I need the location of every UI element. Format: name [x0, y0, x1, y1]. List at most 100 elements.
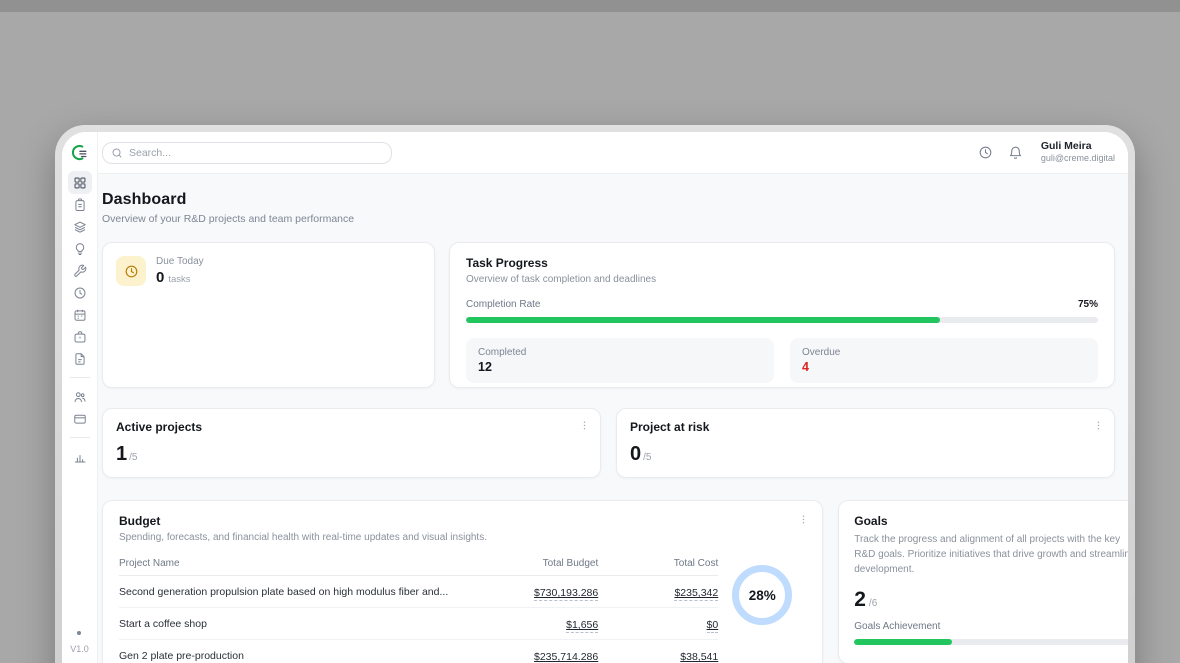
project-at-risk-title: Project at risk — [630, 420, 1101, 434]
completed-label: Completed — [478, 347, 762, 358]
projects-row: Active projects 1 /5 Project at risk — [102, 408, 1115, 478]
project-at-risk-value: 0 — [630, 443, 641, 466]
due-today-unit: tasks — [168, 274, 190, 285]
active-projects-title: Active projects — [116, 420, 587, 434]
project-name: Gen 2 plate pre-production — [119, 650, 458, 662]
sidebar-item-billing[interactable] — [68, 407, 92, 430]
due-today-card: Due Today 0 tasks — [102, 242, 435, 388]
main-area: Guli Meira guli@creme.digital Dashboard … — [98, 132, 1128, 663]
active-projects-total: /5 — [129, 452, 137, 463]
task-progress-title: Task Progress — [466, 256, 1098, 270]
kebab-menu-icon[interactable] — [1091, 418, 1105, 432]
project-name: Start a coffee shop — [119, 618, 458, 630]
due-clock-icon — [116, 256, 146, 286]
task-progress-card: Task Progress Overview of task completio… — [449, 242, 1115, 388]
overdue-value: 4 — [802, 360, 1086, 374]
sidebar-item-tools[interactable] — [68, 259, 92, 282]
total-budget-value[interactable]: $1,656 — [566, 619, 598, 633]
total-cost-value[interactable]: $0 — [707, 619, 719, 633]
total-budget-value[interactable]: $730,193.286 — [534, 587, 598, 601]
search-input[interactable] — [129, 147, 383, 159]
project-at-risk-card: Project at risk 0 /5 — [616, 408, 1115, 478]
completion-progress-fill — [466, 317, 940, 323]
search-icon — [111, 147, 123, 159]
notifications-bell-icon[interactable] — [1007, 144, 1025, 162]
budget-title: Budget — [119, 514, 806, 528]
goals-progress-bar — [854, 639, 1128, 645]
budget-table: Project Name Total Budget Total Cost Sec… — [119, 553, 718, 663]
status-dot — [77, 631, 81, 635]
goals-value: 2 — [854, 588, 866, 612]
overdue-stat-box: Overdue 4 — [790, 338, 1098, 383]
overdue-label: Overdue — [802, 347, 1086, 358]
column-total-cost: Total Cost — [598, 558, 718, 569]
topbar: Guli Meira guli@creme.digital — [98, 132, 1128, 174]
budget-usage-ring: 28% — [732, 565, 792, 625]
sidebar-item-dashboard[interactable] — [68, 171, 92, 194]
active-projects-card: Active projects 1 /5 — [102, 408, 601, 478]
project-at-risk-total: /5 — [643, 452, 651, 463]
goals-achievement-label: Goals Achievement — [854, 621, 940, 632]
sidebar-item-analytics[interactable] — [68, 445, 92, 468]
completion-rate-value: 75% — [1078, 299, 1098, 310]
sidebar-footer: V1.0 — [70, 631, 89, 663]
finance-row: Budget Spending, forecasts, and financia… — [102, 500, 1115, 663]
app-window-frame: V1.0 — [55, 125, 1135, 663]
search-box[interactable] — [102, 142, 392, 164]
page-subtitle: Overview of your R&D projects and team p… — [102, 213, 1115, 225]
kebab-menu-icon[interactable] — [796, 512, 810, 526]
page-header: Dashboard Overview of your R&D projects … — [102, 191, 1115, 225]
page-content: Dashboard Overview of your R&D projects … — [98, 174, 1128, 663]
app-logo-icon — [69, 141, 91, 163]
goals-progress-fill — [854, 639, 952, 645]
sidebar-item-calendar[interactable] — [68, 303, 92, 326]
budget-table-row: Gen 2 plate pre-production $235,714.286 … — [119, 640, 718, 663]
budget-table-row: Start a coffee shop $1,656 $0 — [119, 608, 718, 640]
goals-title: Goals — [854, 514, 1128, 528]
budget-table-header: Project Name Total Budget Total Cost — [119, 553, 718, 576]
history-clock-icon[interactable] — [977, 144, 995, 162]
column-project-name: Project Name — [119, 558, 458, 569]
budget-card: Budget Spending, forecasts, and financia… — [102, 500, 823, 663]
page-title: Dashboard — [102, 191, 1115, 209]
due-today-label: Due Today — [156, 256, 204, 267]
completed-stat-box: Completed 12 — [466, 338, 774, 383]
sidebar-item-time[interactable] — [68, 281, 92, 304]
user-email: guli@creme.digital — [1041, 153, 1115, 164]
topbar-right: Guli Meira guli@creme.digital — [977, 140, 1115, 164]
budget-usage-value: 28% — [749, 588, 776, 603]
desktop-top-strip — [0, 0, 1180, 12]
app-version: V1.0 — [70, 644, 89, 654]
goals-total: /6 — [869, 598, 877, 609]
total-cost-value[interactable]: $38,541 — [680, 651, 718, 663]
sidebar-item-portfolio[interactable] — [68, 325, 92, 348]
due-today-value: 0 — [156, 269, 164, 286]
total-cost-value[interactable]: $235,342 — [674, 587, 718, 601]
completion-rate-label: Completion Rate — [466, 299, 540, 310]
sidebar-divider — [70, 437, 90, 438]
goals-subtitle: Track the progress and alignment of all … — [854, 532, 1128, 577]
sidebar-item-documents[interactable] — [68, 347, 92, 370]
budget-subtitle: Spending, forecasts, and financial healt… — [119, 532, 806, 543]
project-name: Second generation propulsion plate based… — [119, 586, 458, 598]
sidebar-item-layers[interactable] — [68, 215, 92, 238]
sidebar-item-ideas[interactable] — [68, 237, 92, 260]
total-budget-value[interactable]: $235,714.286 — [534, 651, 598, 663]
sidebar: V1.0 — [62, 132, 98, 663]
app-window: V1.0 — [62, 132, 1128, 663]
budget-ring-wrap: 28% — [718, 565, 806, 625]
task-progress-subtitle: Overview of task completion and deadline… — [466, 274, 1098, 285]
active-projects-value: 1 — [116, 443, 127, 466]
sidebar-divider — [70, 377, 90, 378]
completed-value: 12 — [478, 360, 762, 374]
sidebar-item-tasks[interactable] — [68, 193, 92, 216]
user-name: Guli Meira — [1041, 140, 1115, 153]
budget-table-row: Second generation propulsion plate based… — [119, 576, 718, 608]
sidebar-item-team[interactable] — [68, 385, 92, 408]
goals-card: Goals Track the progress and alignment o… — [838, 500, 1128, 663]
summary-row: Due Today 0 tasks Task Progress Overview… — [102, 242, 1115, 388]
kebab-menu-icon[interactable] — [577, 418, 591, 432]
column-total-budget: Total Budget — [458, 558, 598, 569]
completion-progress-bar — [466, 317, 1098, 323]
user-profile[interactable]: Guli Meira guli@creme.digital — [1041, 140, 1115, 164]
